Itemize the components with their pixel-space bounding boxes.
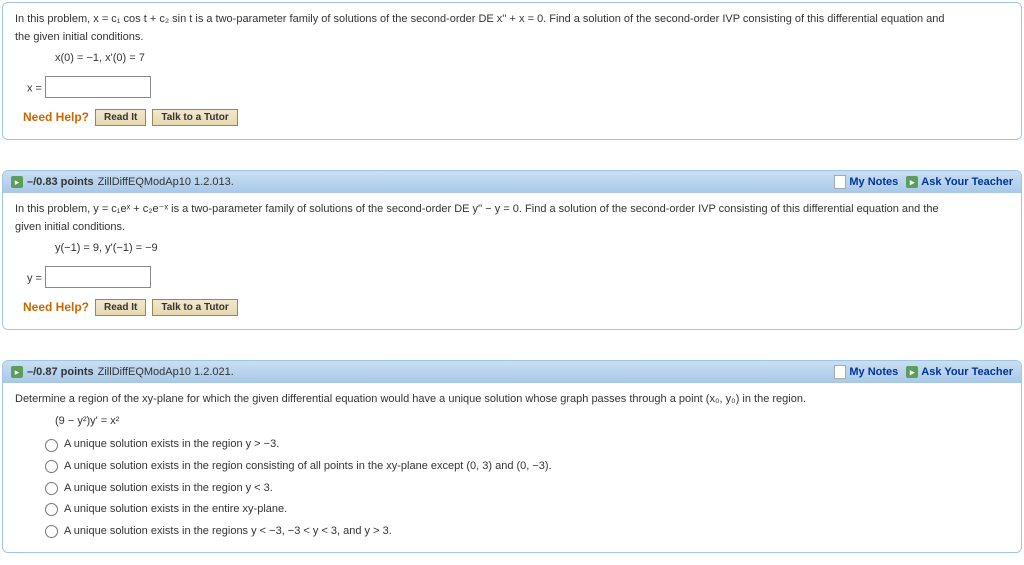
ask-arrow-icon: ▸: [906, 176, 918, 188]
question-2-card: ▸ –/0.83 points ZillDiffEQModAp10 1.2.01…: [2, 170, 1022, 330]
equation: (9 − y²)y' = x²: [55, 413, 1009, 431]
problem-text-line2: the given initial conditions.: [15, 29, 1009, 47]
radio-option-5[interactable]: [45, 525, 58, 538]
ask-teacher-link[interactable]: ▸ Ask Your Teacher: [906, 176, 1013, 188]
talk-to-tutor-button[interactable]: Talk to a Tutor: [152, 109, 237, 126]
option-label: A unique solution exists in the regions …: [64, 523, 392, 541]
answer-row: x =: [27, 76, 1009, 98]
read-it-button[interactable]: Read It: [95, 109, 146, 126]
my-notes-label: My Notes: [849, 366, 898, 378]
option-label: A unique solution exists in the region c…: [64, 458, 552, 476]
problem-text-line2: given initial conditions.: [15, 219, 1009, 237]
answer-var-label: y =: [27, 272, 42, 284]
my-notes-label: My Notes: [849, 176, 898, 188]
option-label: A unique solution exists in the region y…: [64, 480, 273, 498]
option-label: A unique solution exists in the region y…: [64, 436, 279, 454]
question-3-card: ▸ –/0.87 points ZillDiffEQModAp10 1.2.02…: [2, 360, 1022, 553]
question-header: ▸ –/0.83 points ZillDiffEQModAp10 1.2.01…: [3, 171, 1021, 193]
question-body: Determine a region of the xy-plane for w…: [3, 383, 1021, 552]
problem-text-line1: In this problem, y = c₁eˣ + c₂e⁻ˣ is a t…: [15, 201, 1009, 219]
ask-teacher-link[interactable]: ▸ Ask Your Teacher: [906, 366, 1013, 378]
notes-icon: [834, 175, 846, 189]
option-row[interactable]: A unique solution exists in the entire x…: [45, 501, 1009, 519]
header-right: My Notes ▸ Ask Your Teacher: [834, 175, 1013, 189]
notes-icon: [834, 365, 846, 379]
header-left: ▸ –/0.87 points ZillDiffEQModAp10 1.2.02…: [11, 366, 234, 378]
answer-row: y =: [27, 266, 1009, 288]
answer-input[interactable]: [45, 76, 151, 98]
my-notes-link[interactable]: My Notes: [834, 175, 898, 189]
header-left: ▸ –/0.83 points ZillDiffEQModAp10 1.2.01…: [11, 176, 234, 188]
option-label: A unique solution exists in the entire x…: [64, 501, 287, 519]
need-help-row: Need Help? Read It Talk to a Tutor: [23, 298, 1009, 317]
expand-icon[interactable]: ▸: [11, 366, 23, 378]
radio-option-2[interactable]: [45, 460, 58, 473]
option-row[interactable]: A unique solution exists in the region y…: [45, 436, 1009, 454]
talk-to-tutor-button[interactable]: Talk to a Tutor: [152, 299, 237, 316]
source-label: ZillDiffEQModAp10 1.2.021.: [98, 366, 234, 378]
my-notes-link[interactable]: My Notes: [834, 365, 898, 379]
question-header: ▸ –/0.87 points ZillDiffEQModAp10 1.2.02…: [3, 361, 1021, 383]
header-right: My Notes ▸ Ask Your Teacher: [834, 365, 1013, 379]
answer-var-label: x =: [27, 82, 42, 94]
ask-teacher-label: Ask Your Teacher: [921, 366, 1013, 378]
points-label: –/0.87 points: [27, 366, 94, 378]
initial-conditions: x(0) = −1, x'(0) = 7: [55, 50, 1009, 68]
radio-option-3[interactable]: [45, 482, 58, 495]
points-label: –/0.83 points: [27, 176, 94, 188]
option-row[interactable]: A unique solution exists in the region y…: [45, 480, 1009, 498]
ask-arrow-icon: ▸: [906, 366, 918, 378]
question-1-card: In this problem, x = c₁ cos t + c₂ sin t…: [2, 2, 1022, 140]
initial-conditions: y(−1) = 9, y'(−1) = −9: [55, 240, 1009, 258]
source-label: ZillDiffEQModAp10 1.2.013.: [98, 176, 234, 188]
expand-icon[interactable]: ▸: [11, 176, 23, 188]
need-help-label: Need Help?: [23, 108, 89, 127]
need-help-row: Need Help? Read It Talk to a Tutor: [23, 108, 1009, 127]
option-row[interactable]: A unique solution exists in the region c…: [45, 458, 1009, 476]
read-it-button[interactable]: Read It: [95, 299, 146, 316]
need-help-label: Need Help?: [23, 298, 89, 317]
question-body: In this problem, y = c₁eˣ + c₂e⁻ˣ is a t…: [3, 193, 1021, 329]
problem-text-line1: In this problem, x = c₁ cos t + c₂ sin t…: [15, 11, 1009, 29]
problem-text: Determine a region of the xy-plane for w…: [15, 391, 1009, 409]
ask-teacher-label: Ask Your Teacher: [921, 176, 1013, 188]
radio-option-1[interactable]: [45, 439, 58, 452]
question-body: In this problem, x = c₁ cos t + c₂ sin t…: [3, 3, 1021, 139]
answer-input[interactable]: [45, 266, 151, 288]
radio-option-4[interactable]: [45, 503, 58, 516]
option-row[interactable]: A unique solution exists in the regions …: [45, 523, 1009, 541]
